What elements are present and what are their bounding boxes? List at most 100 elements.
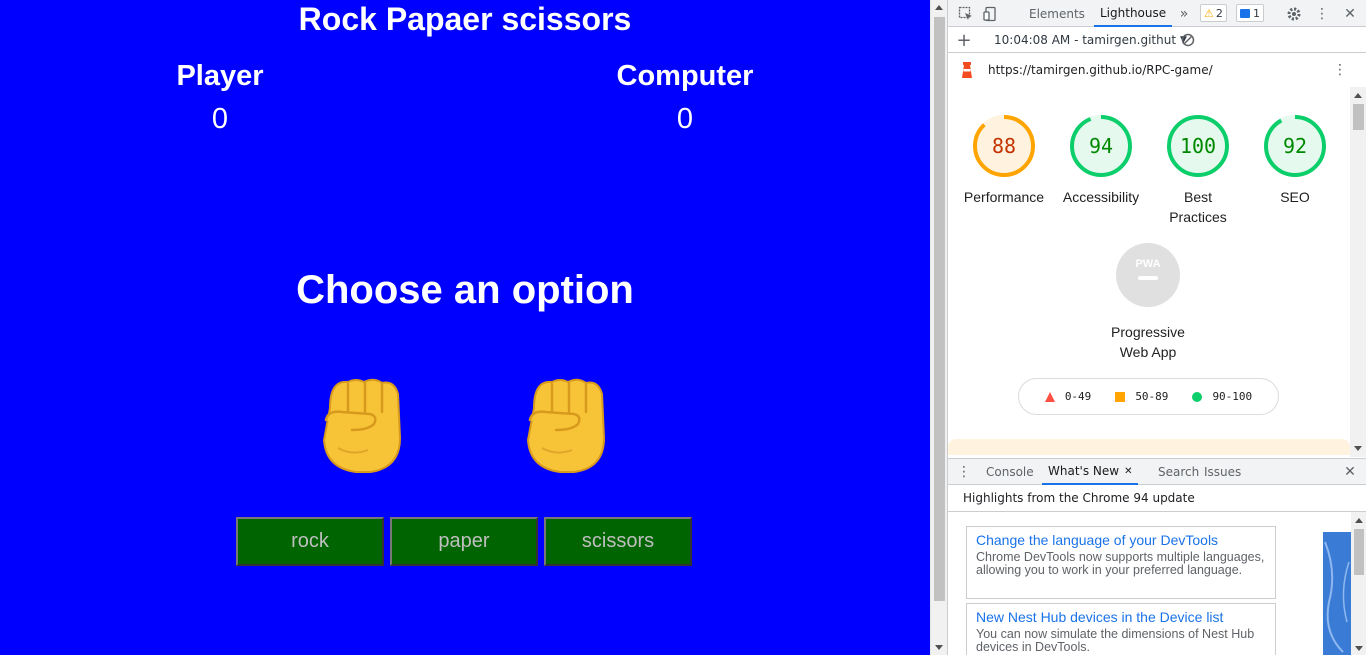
drawer-menu-icon[interactable]: ⋮ [954,459,974,485]
scroll-thumb[interactable] [934,17,945,601]
close-devtools-icon[interactable]: ✕ [1340,0,1360,27]
message-icon [1240,8,1250,18]
lighthouse-toolbar: + 10:04:08 AM - tamirgen.githut ▼ [948,27,1366,53]
settings-gear-icon[interactable] [1284,0,1304,27]
gauge-label: Performance [963,189,1045,205]
report-url[interactable]: https://tamirgen.github.io/RPC-game/ [988,53,1213,87]
tab-whats-new-label: What's New [1048,464,1120,478]
warning-icon: ⚠ [1204,6,1214,20]
svg-text:PWA: PWA [1135,258,1160,270]
scroll-thumb[interactable] [1354,529,1364,575]
player-score: 0 [211,103,229,135]
messages-badge[interactable]: 1 [1236,4,1264,22]
gauge-label: SEO [1280,189,1310,205]
card-body: You can now simulate the dimensions of N… [976,627,1255,654]
scroll-thumb[interactable] [1353,104,1364,130]
report-scrollbar[interactable] [1350,87,1366,457]
scroll-up-icon[interactable] [1354,93,1362,98]
svg-text:92: 92 [1283,134,1307,158]
close-tab-icon[interactable]: ✕ [1124,466,1132,477]
report-menu-icon[interactable]: ⋮ [1330,53,1350,87]
card-body: Chrome DevTools now supports multiple la… [976,550,1265,577]
legend-pass-label: 90-100 [1212,390,1253,403]
square-icon [1115,391,1126,402]
feature-image [1323,532,1351,655]
gauge-label: Best Practices [1169,189,1227,225]
report-section-edge [948,439,1350,455]
scroll-up-icon[interactable] [935,5,943,10]
scroll-down-icon[interactable] [1355,646,1363,651]
scroll-up-icon[interactable] [1355,518,1363,523]
legend-pass: 90-100 [1192,390,1252,403]
pwa-category[interactable]: PWA Progressive Web App [1098,243,1198,362]
scissors-button[interactable]: scissors [544,517,692,566]
scroll-down-icon[interactable] [935,645,943,650]
devtools-panel: Elements Lighthouse » ⚠ 2 1 ⋮ ✕ + 10:04:… [947,0,1366,655]
card-title[interactable]: New Nest Hub devices in the Device list [976,608,1266,626]
whats-new-scrollbar[interactable] [1351,512,1366,655]
more-tabs-icon[interactable]: » [1174,0,1194,27]
gauge-label: Accessibility [1062,189,1140,205]
computer-score: 0 [676,103,694,135]
clear-reports-icon[interactable] [1178,27,1198,53]
game-page: Rock Papaer scissors Player 0 Computer 0… [0,0,930,655]
new-report-plus-icon[interactable]: + [954,27,974,53]
pwa-gauge-icon: PWA [1116,243,1180,307]
choose-heading: Choose an option [296,268,634,312]
legend-fail: 0-49 [1044,390,1092,403]
whats-new-header: Highlights from the Chrome 94 update [948,485,1366,512]
tab-elements[interactable]: Elements [1023,0,1091,27]
gauge-ring-icon: 92 [1264,115,1326,177]
tab-console[interactable]: Console [980,459,1040,485]
page-scrollbar[interactable] [930,0,947,655]
whats-new-card[interactable]: New Nest Hub devices in the Device list … [966,603,1276,655]
warnings-count: 2 [1215,6,1223,20]
tab-issues[interactable]: Issues [1198,459,1247,485]
tab-lighthouse[interactable]: Lighthouse [1094,0,1173,27]
tab-whats-new[interactable]: What's New ✕ [1042,459,1139,485]
page-title: Rock Papaer scissors [298,1,632,37]
report-url-row: https://tamirgen.github.io/RPC-game/ ⋮ [948,53,1353,87]
player-label: Player [176,60,264,92]
paper-button[interactable]: paper [390,517,538,566]
warnings-badge[interactable]: ⚠ 2 [1200,4,1227,22]
legend-average: 50-89 [1115,390,1168,403]
computer-label: Computer [616,60,754,92]
player-panel: Player 0 [70,58,370,136]
card-title[interactable]: Change the language of your DevTools [976,531,1266,549]
whats-new-content: Change the language of your DevTools Chr… [948,512,1366,655]
computer-fist-icon [512,368,622,478]
more-options-icon[interactable]: ⋮ [1312,0,1332,27]
inspect-element-icon[interactable] [956,0,976,27]
lighthouse-logo-icon [960,53,974,87]
score-legend: 0-49 50-89 90-100 [1018,378,1279,415]
report-selector[interactable]: 10:04:08 AM - tamirgen.githut ▼ [994,27,1187,53]
scroll-down-icon[interactable] [1354,446,1362,451]
whats-new-card[interactable]: Change the language of your DevTools Chr… [966,526,1276,599]
drawer-tabbar: ⋮ Console What's New ✕ Search Issues ✕ [948,458,1366,485]
score-gauge-seo[interactable]: 92 SEO [1245,113,1345,207]
legend-average-label: 50-89 [1135,390,1169,403]
computer-panel: Computer 0 [535,58,835,136]
close-drawer-icon[interactable]: ✕ [1340,459,1360,485]
gauge-ring-icon: 94 [1070,115,1132,177]
lighthouse-report: 88 Performance 94 Accessibility 100 Best Prac… [948,87,1350,455]
svg-text:100: 100 [1180,134,1216,158]
devtools-tabbar: Elements Lighthouse » ⚠ 2 1 ⋮ ✕ [948,0,1366,27]
messages-count: 1 [1253,6,1260,20]
choice-buttons: rock paper scissors [236,517,692,566]
pwa-label: Progressive Web App [1111,324,1185,360]
legend-fail-label: 0-49 [1064,390,1092,403]
score-gauge-best-practices[interactable]: 100 Best Practices [1148,113,1248,227]
device-toolbar-icon[interactable] [981,0,1001,27]
triangle-icon [1044,391,1055,402]
gauge-ring-icon: 100 [1167,115,1229,177]
rock-button[interactable]: rock [236,517,384,566]
svg-text:88: 88 [992,134,1016,158]
report-time: 10:04:08 AM - tamirgen.githut [994,33,1177,47]
svg-text:94: 94 [1089,134,1113,158]
gauge-ring-icon: 88 [973,115,1035,177]
score-gauge-accessibility[interactable]: 94 Accessibility [1051,113,1151,207]
player-fist-icon [308,368,418,478]
score-gauge-performance[interactable]: 88 Performance [954,113,1054,207]
